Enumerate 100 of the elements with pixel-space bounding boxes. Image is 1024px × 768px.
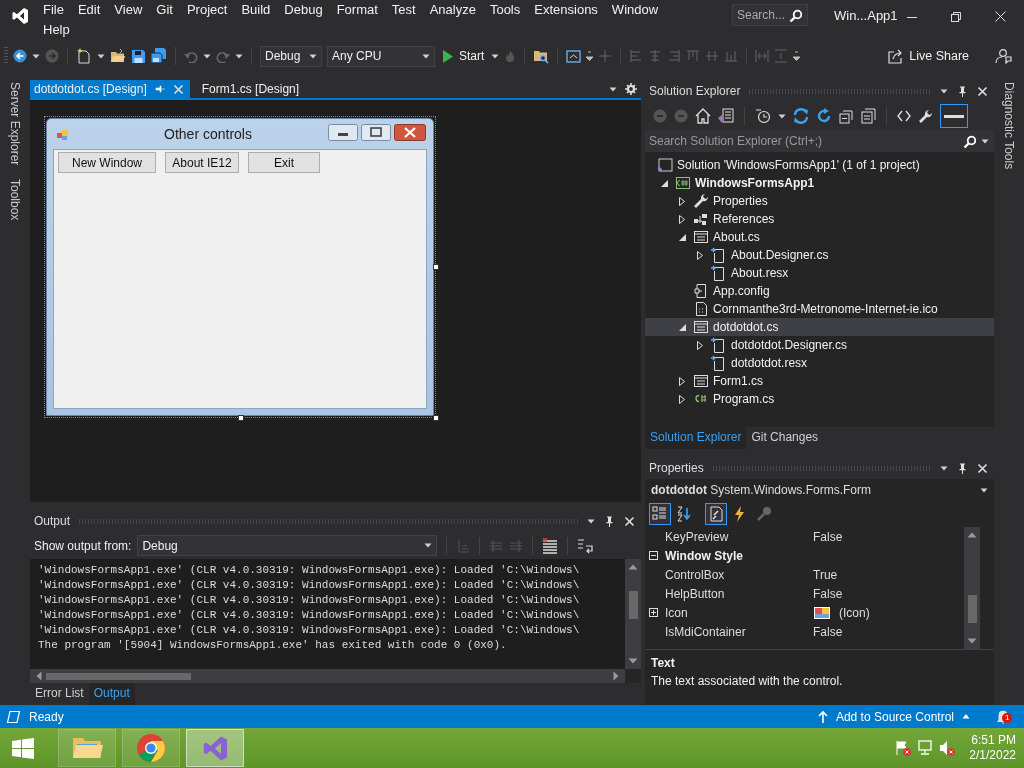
output-source-dropdown[interactable]: Debug <box>137 535 438 556</box>
menu-item[interactable]: Extensions <box>527 0 605 20</box>
show-all-files-icon[interactable] <box>861 108 876 124</box>
object-selector[interactable]: dotdotdot System.Windows.Forms.Form <box>645 479 994 501</box>
pin-icon[interactable] <box>154 84 165 94</box>
tree-row[interactable]: Program.cs <box>645 390 994 408</box>
settings-icon[interactable] <box>625 83 637 95</box>
expanded-arrow-icon[interactable] <box>677 232 687 242</box>
dropdown-caret-icon[interactable] <box>940 87 948 95</box>
tree-item-label[interactable]: Cornmanthe3rd-Metronome-Internet-ie.ico <box>713 302 938 316</box>
home-icon[interactable] <box>695 108 711 124</box>
close-icon[interactable] <box>977 462 988 474</box>
menu-item[interactable]: Format <box>329 0 385 20</box>
tree-item-label[interactable]: Properties <box>713 194 768 208</box>
panel-tab[interactable]: Solution Explorer <box>645 427 747 449</box>
document-tab[interactable]: Form1.cs [Design] <box>197 80 306 98</box>
preview-button[interactable] <box>940 104 968 128</box>
resize-handle[interactable] <box>433 264 439 270</box>
expanded-arrow-icon[interactable] <box>659 178 669 188</box>
collapsed-arrow-icon[interactable] <box>678 196 686 206</box>
document-tab[interactable]: dotdotdot.cs [Design] <box>30 80 190 98</box>
form-button[interactable]: About IE12 <box>165 152 239 173</box>
menu-item[interactable]: Git <box>149 0 180 20</box>
pin-icon[interactable] <box>957 462 968 474</box>
tree-item-label[interactable]: dotdotdot.Designer.cs <box>731 338 848 352</box>
expand-icon[interactable] <box>648 608 658 617</box>
word-wrap-icon[interactable] <box>577 537 594 554</box>
menu-item[interactable]: Tools <box>482 0 528 20</box>
maximize-button-icon[interactable] <box>361 124 392 142</box>
menu-item[interactable]: Window <box>604 0 666 20</box>
wrench-icon[interactable] <box>918 108 933 124</box>
tree-row[interactable]: About.Designer.cs <box>645 246 994 264</box>
pin-icon[interactable] <box>957 85 968 97</box>
tree-row[interactable]: App.config <box>645 282 994 300</box>
property-value[interactable]: (Icon) <box>839 605 870 620</box>
redo-icon[interactable] <box>216 49 230 63</box>
close-icon[interactable] <box>977 85 988 97</box>
collapsed-arrow-icon[interactable] <box>696 340 704 350</box>
side-tab[interactable]: Server Explorer <box>8 82 22 166</box>
expanded-arrow-icon[interactable] <box>677 322 687 332</box>
source-control-button[interactable]: Add to Source Control <box>817 709 970 724</box>
vertical-scrollbar[interactable] <box>964 527 980 649</box>
form-button[interactable]: Exit <box>248 152 320 173</box>
collapse-all-icon[interactable] <box>839 108 854 124</box>
close-icon[interactable] <box>995 11 1006 22</box>
scroll-thumb[interactable] <box>628 591 638 619</box>
collapsed-arrow-icon[interactable] <box>678 394 686 404</box>
panel-tab[interactable]: Git Changes <box>746 427 824 449</box>
new-project-icon[interactable] <box>76 48 92 64</box>
caret-icon[interactable] <box>97 52 105 60</box>
save-all-icon[interactable] <box>151 48 167 64</box>
scroll-down-icon[interactable] <box>967 638 977 644</box>
tree-item-label[interactable]: Form1.cs <box>713 374 763 388</box>
start-icon[interactable] <box>12 737 34 759</box>
scroll-left-icon[interactable] <box>36 671 42 681</box>
scroll-down-icon[interactable] <box>628 658 638 664</box>
side-tab[interactable]: Diagnostic Tools <box>1002 82 1016 170</box>
caret-icon[interactable] <box>203 52 211 60</box>
menu-item[interactable]: Analyze <box>422 0 483 20</box>
scroll-thumb[interactable] <box>967 595 977 623</box>
menu-item[interactable]: Test <box>384 0 423 20</box>
menu-item[interactable]: Project <box>179 0 235 20</box>
folder-search-icon[interactable] <box>533 48 550 64</box>
more-caret-icon[interactable] <box>793 51 801 61</box>
tree-item-label[interactable]: About.resx <box>731 266 789 280</box>
menu-item[interactable]: File <box>36 0 71 20</box>
form-button[interactable]: New Window <box>58 152 156 173</box>
live-share-button[interactable]: Live Share <box>886 46 971 66</box>
tree-row[interactable]: dotdotdot.resx <box>645 354 994 372</box>
restore-icon[interactable] <box>951 11 961 22</box>
tree-row[interactable]: Form1.cs <box>645 372 994 390</box>
caret-icon[interactable] <box>32 52 40 60</box>
menu-item[interactable]: Help <box>36 20 77 40</box>
search-field[interactable]: Search Solution Explorer (Ctrl+;) <box>645 130 994 152</box>
tree-item-label[interactable]: References <box>713 212 775 226</box>
resize-handle[interactable] <box>433 415 439 421</box>
switch-views-icon[interactable] <box>718 108 734 124</box>
toolbar-button[interactable] <box>649 503 671 525</box>
tree-row[interactable]: Solution 'WindowsFormsApp1' (1 of 1 project) <box>645 156 994 174</box>
search-field[interactable]: Search... <box>732 4 808 26</box>
clear-all-icon[interactable] <box>542 537 559 554</box>
code-icon[interactable] <box>897 109 911 123</box>
tree-row[interactable]: Cornmanthe3rd-Metronome-Internet-ie.ico <box>645 300 994 318</box>
back-icon[interactable] <box>13 49 27 63</box>
tree-item-label[interactable]: Solution 'WindowsFormsApp1' (1 of 1 project) <box>677 158 920 172</box>
menu-item[interactable]: Debug <box>277 0 330 20</box>
close-button-icon[interactable] <box>394 124 427 142</box>
tree-item-label[interactable]: WindowsFormsApp1 <box>695 176 815 190</box>
resize-handle[interactable] <box>238 415 244 421</box>
property-value[interactable]: True <box>813 567 838 582</box>
toolbar-button[interactable] <box>705 503 727 525</box>
taskbar-app[interactable] <box>186 729 244 767</box>
caret-icon[interactable] <box>778 112 786 120</box>
horizontal-scrollbar[interactable] <box>30 669 625 683</box>
property-value[interactable]: False <box>813 529 843 544</box>
tree-item-label[interactable]: dotdotdot.cs <box>713 320 779 334</box>
tree-item-label[interactable]: Program.cs <box>713 392 775 406</box>
dropdown-caret-icon[interactable] <box>940 464 948 472</box>
close-icon[interactable] <box>624 515 635 527</box>
window-icon[interactable] <box>566 48 582 64</box>
